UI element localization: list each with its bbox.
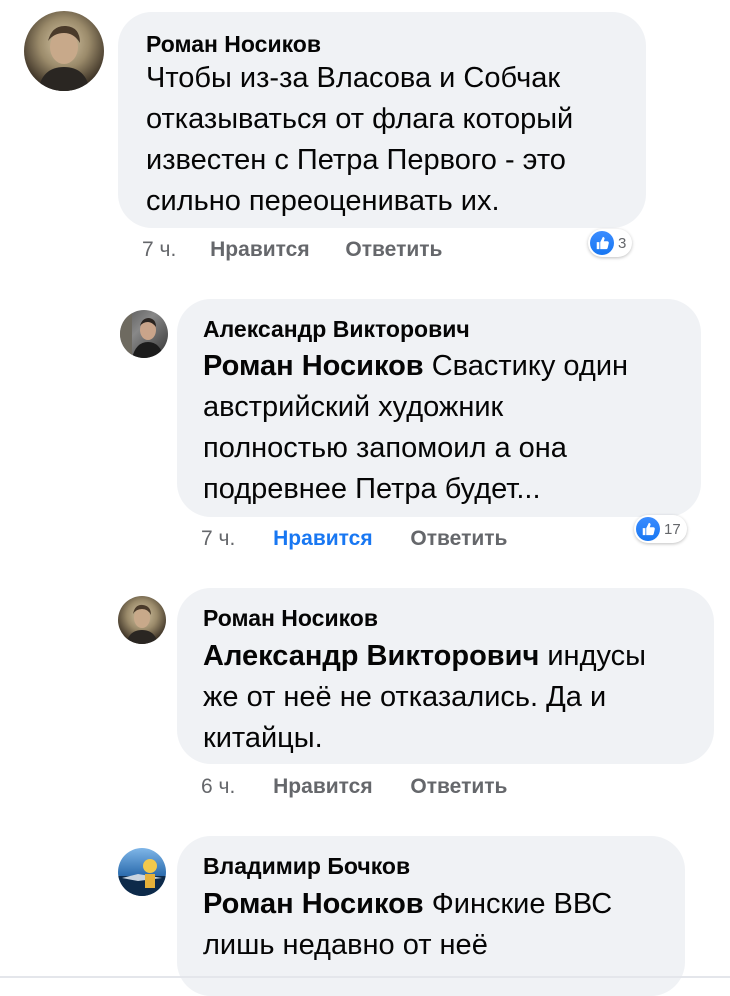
comment-line-text: Свастику один [431,350,629,382]
reply-button[interactable]: Ответить [410,527,507,550]
comment-actions: 6 ч. Нравится Ответить [201,775,507,799]
comment-author[interactable]: Роман Носиков [146,31,321,58]
comment-time[interactable]: 6 ч. [201,775,235,798]
comment-line: известен с Петра Первого - это [146,144,566,176]
reaction-count-badge[interactable]: 3 [588,229,633,257]
like-button[interactable]: Нравится [210,238,309,261]
comment-line: полностью запомоил а она [203,432,567,464]
avatar[interactable] [120,310,168,358]
comment-line: лишь недавно от неё [203,929,488,961]
mention-link[interactable]: Роман Носиков [203,888,424,920]
reaction-count: 3 [618,234,627,252]
avatar[interactable] [118,596,166,644]
comment-line-text: Финские ВВС [431,888,613,920]
comment-line-text: индусы [547,640,647,672]
mention-link[interactable]: Александр Викторович [203,640,539,672]
bottom-divider [0,976,730,978]
reply-button[interactable]: Ответить [410,775,507,798]
comment-author[interactable]: Роман Носиков [203,605,378,632]
thumbs-up-icon [636,517,660,541]
comment-line: же от неё не отказались. Да и [203,681,607,713]
mention-link[interactable]: Роман Носиков [203,350,424,382]
like-button[interactable]: Нравится [273,527,372,550]
comment-line: Роман Носиков Финские ВВС [203,888,612,921]
comment-actions: 7 ч. Нравится Ответить [201,527,507,551]
reaction-count-badge[interactable]: 17 [634,515,687,543]
comment-line: китайцы. [203,722,323,754]
comment-line: отказываться от флага который [146,103,574,135]
reply-button[interactable]: Ответить [345,238,442,261]
like-button[interactable]: Нравится [273,775,372,798]
comment-line: Александр Викторович индусы [203,640,646,673]
comment-time[interactable]: 7 ч. [201,527,235,550]
comment-author[interactable]: Владимир Бочков [203,853,410,880]
comment-time[interactable]: 7 ч. [142,238,176,261]
comment-actions: 7 ч. Нравится Ответить [142,238,442,262]
avatar[interactable] [118,848,166,896]
comment-line: сильно переоценивать их. [146,185,500,217]
comment-line: австрийский художник [203,391,504,423]
reaction-count: 17 [664,520,681,538]
avatar[interactable] [24,11,104,91]
comment-line: Роман Носиков Свастику один [203,350,628,383]
comment-line: Чтобы из-за Власова и Собчак [146,62,561,94]
comment-author[interactable]: Александр Викторович [203,316,470,343]
comment-line: подревнее Петра будет... [203,473,541,505]
thumbs-up-icon [590,231,614,255]
